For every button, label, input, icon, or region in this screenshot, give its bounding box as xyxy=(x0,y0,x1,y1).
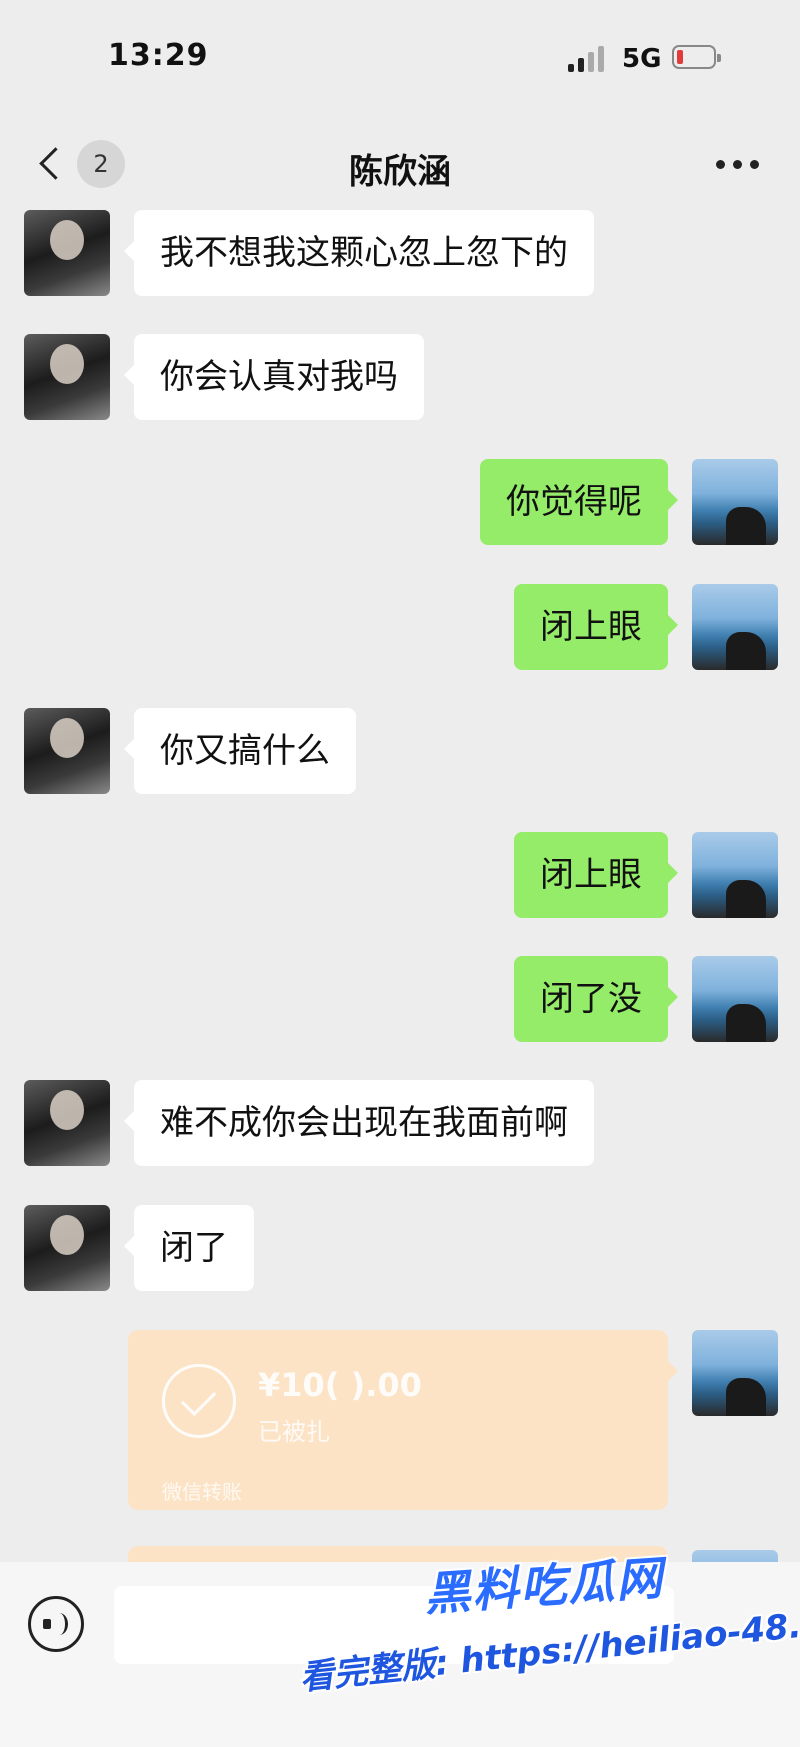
transfer-label: 微信转账 xyxy=(162,1480,242,1504)
message-bubble-incoming[interactable]: 你会认真对我吗 xyxy=(124,334,424,420)
chat-title: 陈欣涵 xyxy=(349,152,451,192)
contact-avatar[interactable] xyxy=(24,334,110,420)
message-bubble-incoming[interactable]: 难不成你会出现在我面前啊 xyxy=(124,1080,594,1166)
status-time: 13:29 xyxy=(108,38,209,73)
network-type: 5G xyxy=(622,44,662,74)
message-bubble-incoming[interactable]: 你又搞什么 xyxy=(124,708,356,794)
message-bubble-incoming[interactable]: 我不想我这颗心忽上忽下的 xyxy=(124,210,594,296)
voice-input-icon[interactable] xyxy=(28,1596,84,1652)
contact-avatar[interactable] xyxy=(24,1205,110,1291)
transfer-amount: ¥10( ).00 xyxy=(258,1366,422,1404)
self-avatar[interactable] xyxy=(692,832,778,918)
message-bubble-outgoing[interactable]: 你觉得呢 xyxy=(480,459,678,545)
contact-avatar[interactable] xyxy=(24,708,110,794)
transfer-card[interactable]: ¥10( ).00 已被扎 微信转账 xyxy=(128,1330,678,1510)
message-bubble-incoming[interactable]: 闭了 xyxy=(124,1205,254,1291)
self-avatar[interactable] xyxy=(692,956,778,1042)
check-circle-icon xyxy=(162,1364,236,1438)
self-avatar[interactable] xyxy=(692,459,778,545)
message-bubble-outgoing[interactable]: 闭上眼 xyxy=(514,832,678,918)
self-avatar[interactable] xyxy=(692,1330,778,1416)
message-bubble-outgoing[interactable]: 闭了没 xyxy=(514,956,678,1042)
transfer-status: 已被扎 xyxy=(258,1418,330,1446)
battery-icon xyxy=(672,45,721,69)
more-options-icon[interactable] xyxy=(716,160,760,170)
signal-icon xyxy=(568,46,608,72)
contact-avatar[interactable] xyxy=(24,210,110,296)
self-avatar[interactable] xyxy=(692,584,778,670)
status-bar: 13:29 5G xyxy=(0,0,800,120)
chat-header: 2 陈欣涵 xyxy=(0,120,800,210)
message-bubble-outgoing[interactable]: 闭上眼 xyxy=(514,584,678,670)
contact-avatar[interactable] xyxy=(24,1080,110,1166)
